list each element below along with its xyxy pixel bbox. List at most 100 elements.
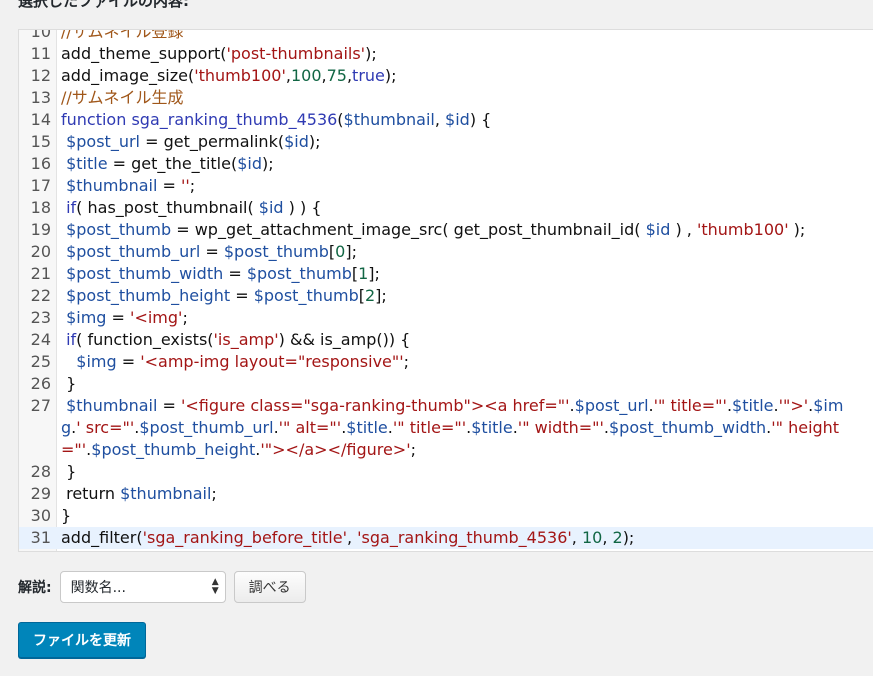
line-number: 21 xyxy=(30,264,51,283)
line-number: 31 xyxy=(30,528,51,547)
line-number: 23 xyxy=(30,308,51,327)
line-number: 19 xyxy=(30,220,51,239)
code-token: ) ) { xyxy=(283,198,322,217)
code-token: $title xyxy=(346,418,388,437)
code-line[interactable]: 31 add_filter('sga_ranking_before_title',… xyxy=(19,527,873,549)
code-token: 2 xyxy=(364,286,376,305)
code-token: ) && is_amp()) { xyxy=(278,330,411,349)
code-token: '" title="' xyxy=(392,418,467,437)
code-token: $title xyxy=(471,418,513,437)
line-number: 28 xyxy=(30,462,51,481)
code-token: = get_the_title( xyxy=(107,154,238,173)
code-line[interactable]: 11 add_theme_support('post-thumbnails'); xyxy=(19,43,873,65)
code-token: $post_thumb_url xyxy=(66,242,201,261)
lookup-button[interactable]: 調べる xyxy=(233,571,306,603)
code-token: = xyxy=(223,264,247,283)
code-token: 1 xyxy=(358,264,369,283)
code-line[interactable]: 15 $post_url = get_permalink($id); xyxy=(19,131,873,153)
code-line[interactable]: 22 $post_thumb_height = $post_thumb[2]; xyxy=(19,285,873,307)
line-number: 13 xyxy=(30,88,51,107)
code-line[interactable]: 16 $title = get_the_title($id); xyxy=(19,153,873,175)
line-number: 30 xyxy=(30,506,51,525)
code-line[interactable]: 20 $post_thumb_url = $post_thumb[0]; xyxy=(19,241,873,263)
code-token: $id xyxy=(284,132,309,151)
code-token: $post_thumb xyxy=(66,220,172,239)
code-token: $id xyxy=(445,110,470,129)
code-token: $post_thumb_height xyxy=(91,440,256,459)
code-token: $post_thumb xyxy=(246,264,352,283)
code-token: $thumbnail xyxy=(343,110,435,129)
code-line[interactable]: 25 $img = '<amp-img layout="responsive"'… xyxy=(19,351,873,373)
code-text: $thumbnail = ''; xyxy=(61,175,873,197)
code-line[interactable]: 27 $thumbnail = '<figure class="sga-rank… xyxy=(19,395,873,461)
code-token: if xyxy=(66,330,77,349)
code-token: //サムネイル登録 xyxy=(61,29,184,41)
code-text: if( function_exists('is_amp') && is_amp(… xyxy=(61,329,873,351)
code-token: $post_thumb_width xyxy=(66,264,224,283)
code-line[interactable]: 21 $post_thumb_width = $post_thumb[1]; xyxy=(19,263,873,285)
code-text: function sga_ranking_thumb_4536($thumbna… xyxy=(61,109,873,131)
code-line[interactable]: 14 function sga_ranking_thumb_4536($thumb… xyxy=(19,109,873,131)
code-token: = get_permalink( xyxy=(140,132,285,151)
documentation-lookup: 解説: 関数名... ▲ ▼ 調べる xyxy=(18,571,306,603)
code-token: 75 xyxy=(326,66,347,85)
code-token: add_filter( xyxy=(61,528,143,547)
code-line[interactable]: 19 $post_thumb = wp_get_attachment_image… xyxy=(19,219,873,241)
code-token: true xyxy=(352,66,385,85)
code-line[interactable]: 17 $thumbnail = ''; xyxy=(19,175,873,197)
code-token: } xyxy=(61,462,77,481)
line-number: 26 xyxy=(30,374,51,393)
code-text: if( has_post_thumbnail( $id ) ) { xyxy=(61,197,873,219)
code-line[interactable]: 13 //サムネイル生成 xyxy=(19,87,873,109)
line-number: 15 xyxy=(30,132,51,151)
code-line[interactable]: 28 } xyxy=(19,461,873,483)
code-line[interactable]: 29 return $thumbnail; xyxy=(19,483,873,505)
code-line[interactable]: 24 if( function_exists('is_amp') && is_a… xyxy=(19,329,873,351)
code-token: '<figure class="sga-ranking-thumb"><a hr… xyxy=(180,396,570,415)
code-text: $post_thumb_url = $post_thumb[0]; xyxy=(61,241,873,263)
code-token: ; xyxy=(182,308,188,327)
code-token: '' xyxy=(180,176,190,195)
code-token: $post_url xyxy=(574,396,649,415)
code-token: $title xyxy=(66,154,108,173)
code-token: '<img' xyxy=(130,308,183,327)
code-line[interactable]: 30} xyxy=(19,505,873,527)
code-token: $post_thumb xyxy=(223,242,329,261)
code-token: = xyxy=(157,176,181,195)
code-token: } xyxy=(61,506,72,525)
code-token: '<amp-img layout="responsive"' xyxy=(140,352,404,371)
code-token: , xyxy=(602,528,613,547)
line-number: 11 xyxy=(30,44,51,63)
code-token: ' src="' xyxy=(76,418,135,437)
code-line[interactable]: 18 if( has_post_thumbnail( $id ) ) { xyxy=(19,197,873,219)
update-file-button[interactable]: ファイルを更新 xyxy=(18,622,146,658)
code-lines: 10 //サムネイル登録 11 add_theme_support('post-thu… xyxy=(19,29,873,549)
code-text: $post_thumb = wp_get_attachment_image_sr… xyxy=(61,219,873,241)
code-line[interactable]: 23 $img = '<img'; xyxy=(19,307,873,329)
code-line[interactable]: 12 add_image_size('thumb100',100,75,true)… xyxy=(19,65,873,87)
line-number: 25 xyxy=(30,352,51,371)
code-text: } xyxy=(61,373,873,395)
code-token: ; xyxy=(410,440,416,459)
code-token: ); xyxy=(365,44,377,63)
code-token: add_theme_support( xyxy=(61,44,227,63)
code-token: 2 xyxy=(612,528,623,547)
code-token: , xyxy=(571,528,582,547)
line-number: 10 xyxy=(30,29,51,41)
code-line[interactable]: 10 //サムネイル登録 xyxy=(19,29,873,43)
line-number: 12 xyxy=(30,66,51,85)
code-token: ) { xyxy=(469,110,492,129)
code-token: = xyxy=(200,242,224,261)
code-text: $img = '<img'; xyxy=(61,307,873,329)
function-name-select[interactable]: 関数名... ▲ ▼ xyxy=(59,571,226,603)
code-editor[interactable]: 10 //サムネイル登録 11 add_theme_support('post-thu… xyxy=(18,29,873,552)
code-text: add_theme_support('post-thumbnails'); xyxy=(61,43,873,65)
code-token: ); xyxy=(788,220,806,239)
code-text: $thumbnail = '<figure class="sga-ranking… xyxy=(61,395,851,461)
line-number: 20 xyxy=(30,242,51,261)
code-token: ); xyxy=(622,528,635,547)
code-token: 'sga_ranking_thumb_4536' xyxy=(357,528,572,547)
code-line[interactable]: 26 } xyxy=(19,373,873,395)
code-token: } xyxy=(61,374,77,393)
